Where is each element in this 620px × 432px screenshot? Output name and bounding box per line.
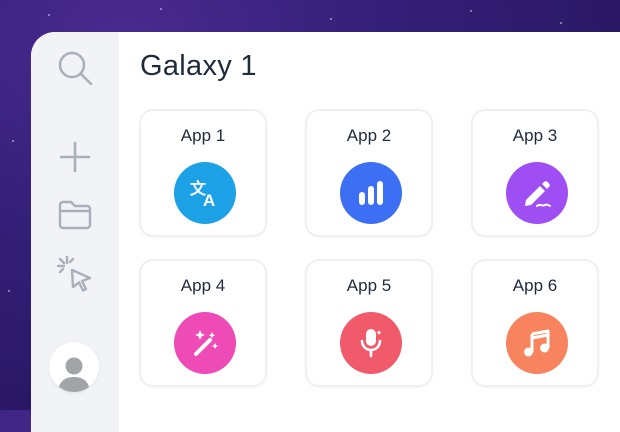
page-title: Galaxy 1 [140,50,257,82]
main-content: Galaxy 1 App 1 文 A App 2 App 3 App 4 App… [119,32,620,432]
app-card-6[interactable]: App 6 [471,259,599,387]
app-card-5[interactable]: App 5 [305,259,433,387]
app-card-1[interactable]: App 1 文 A [139,109,267,237]
user-avatar-icon [58,357,90,392]
translate-icon: 文 A [190,179,215,210]
cursor-click-icon[interactable] [55,254,95,294]
app-icon-badge [340,312,402,374]
app-icon-badge [506,162,568,224]
app-icon-badge: 文 A [174,162,236,224]
app-label: App 3 [512,126,558,145]
magic-wand-icon [194,330,218,356]
bar-chart-icon [359,181,383,205]
app-icon-badge [174,312,236,374]
app-label: App 4 [180,276,226,295]
app-icon-badge [506,312,568,374]
app-window: Galaxy 1 App 1 文 A App 2 App 3 App 4 App… [31,32,620,432]
app-card-3[interactable]: App 3 [471,109,599,237]
app-label: App 1 [180,126,226,145]
user-avatar[interactable] [49,342,99,392]
music-note-icon [524,329,550,357]
sidebar [31,32,119,432]
app-label: App 5 [346,276,392,295]
app-card-4[interactable]: App 4 [139,259,267,387]
app-icon-badge [340,162,402,224]
app-label: App 2 [346,126,392,145]
microphone-icon [360,329,382,358]
search-icon[interactable] [55,48,95,88]
pen-icon [525,181,551,207]
svg-text:A: A [203,191,215,210]
app-card-2[interactable]: App 2 [305,109,433,237]
app-label: App 6 [512,276,558,295]
folder-icon[interactable] [55,195,95,235]
plus-icon[interactable] [55,137,95,177]
